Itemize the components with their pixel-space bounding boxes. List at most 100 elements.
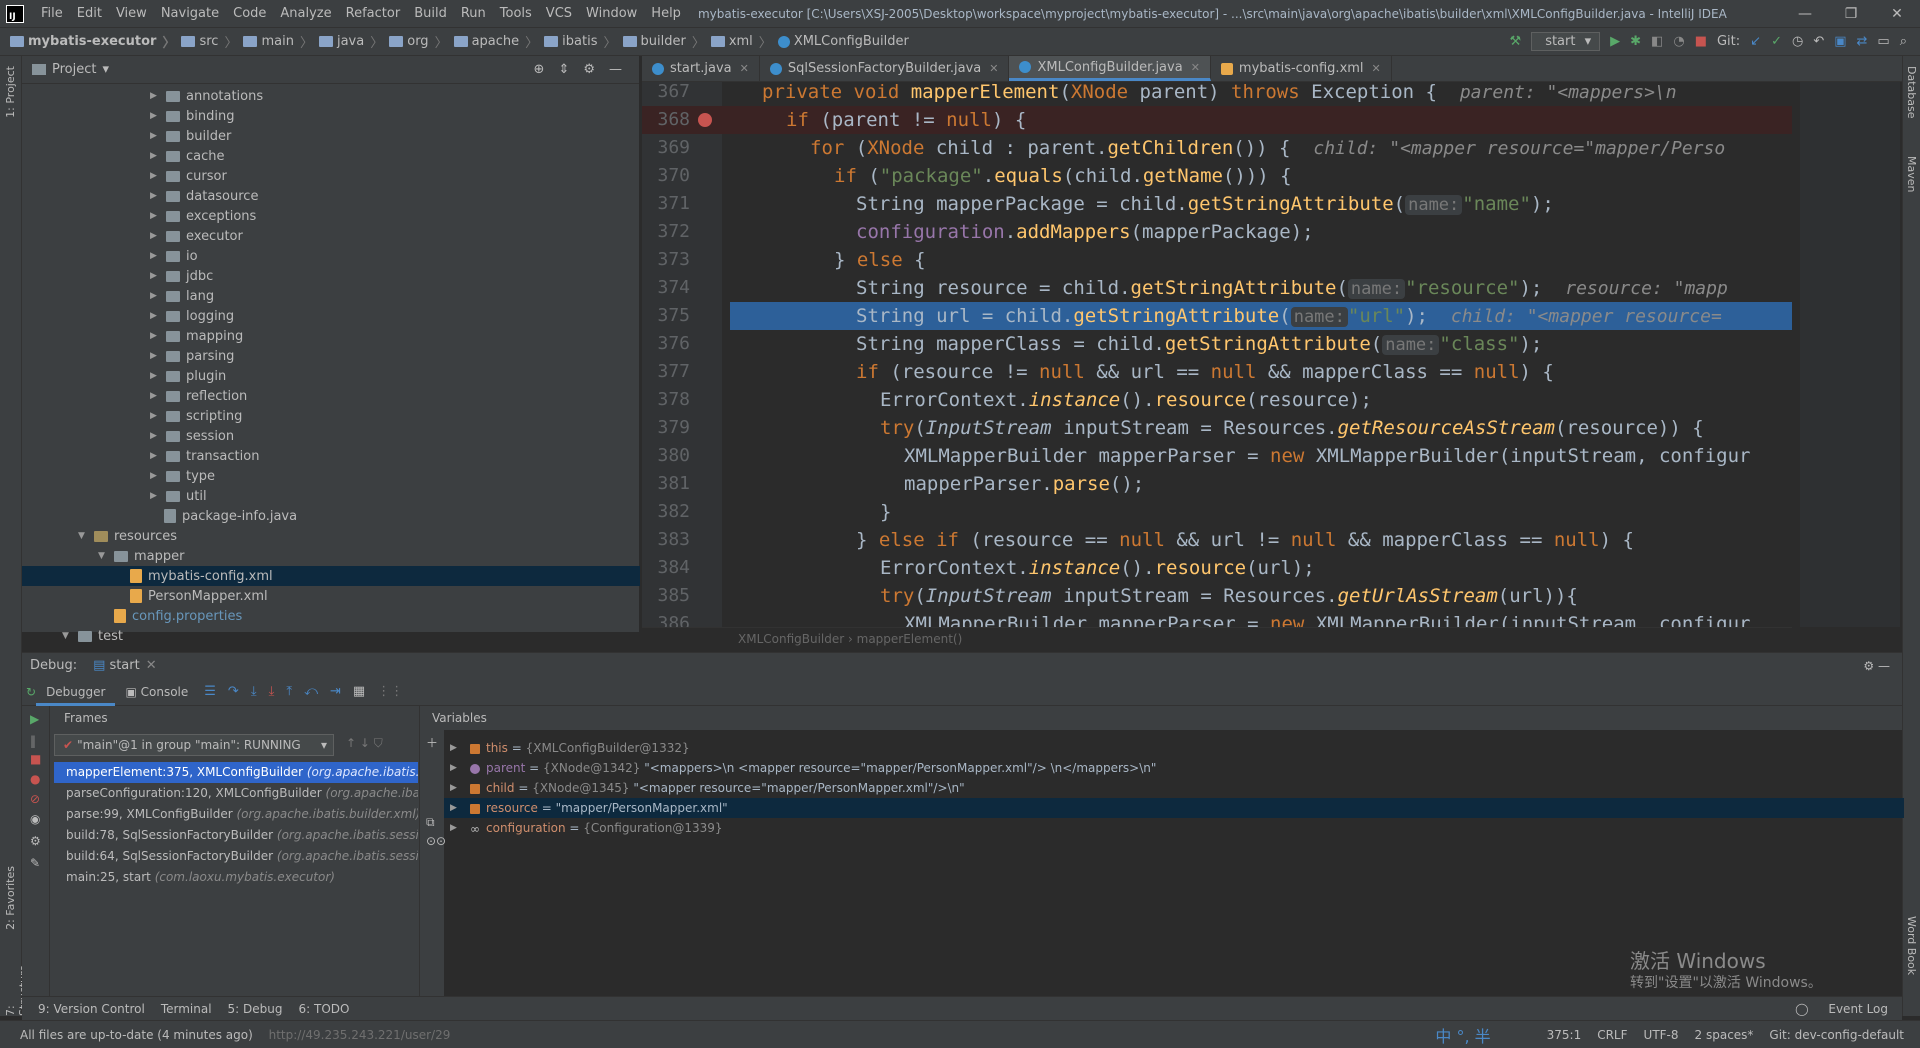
- run-to-cursor-icon[interactable]: ⇥: [330, 684, 341, 699]
- file-encoding[interactable]: UTF-8: [1644, 1028, 1679, 1042]
- collapse-icon[interactable]: ⇕: [558, 62, 569, 77]
- chevron-right-icon[interactable]: ▶: [150, 211, 160, 221]
- variable-row[interactable]: ▶ child = {XNode@1345} "<mapper resource=…: [444, 778, 1904, 798]
- chevron-down-icon[interactable]: ▼: [98, 551, 108, 561]
- chevron-down-icon[interactable]: ▼: [62, 631, 72, 641]
- tree-item[interactable]: ▶ scripting: [150, 406, 242, 426]
- close-tab-icon[interactable]: ✕: [740, 62, 749, 75]
- evaluate-icon[interactable]: ▦: [353, 684, 365, 699]
- variable-row[interactable]: ▶ this = {XMLConfigBuilder@1332}: [444, 738, 1904, 758]
- stack-frame[interactable]: build:78, SqlSessionFactoryBuilder (org.…: [54, 825, 418, 846]
- tree-item[interactable]: ▶ io: [150, 246, 198, 266]
- pause-icon[interactable]: ‖: [22, 732, 49, 750]
- breadcrumb-item[interactable]: org 〉: [383, 32, 448, 51]
- trace-icon[interactable]: ⋮⋮: [377, 684, 403, 699]
- chevron-right-icon[interactable]: ▶: [150, 411, 160, 421]
- chevron-right-icon[interactable]: ▶: [150, 111, 160, 121]
- stack-frame[interactable]: parseConfiguration:120, XMLConfigBuilder…: [54, 783, 418, 804]
- maven-tool-tab[interactable]: Maven: [1905, 156, 1918, 192]
- tab-console[interactable]: ▣ Console: [115, 685, 198, 699]
- tree-item[interactable]: ▶ exceptions: [150, 206, 256, 226]
- translate-icon[interactable]: ⇄: [1857, 34, 1868, 49]
- minimize-icon[interactable]: —: [1782, 6, 1828, 22]
- code-editor[interactable]: 367 private void mapperElement(XNode pare…: [642, 82, 1792, 627]
- event-log-button[interactable]: ◯ Event Log: [1779, 1002, 1888, 1016]
- mute-breakpoints-icon[interactable]: ⊘: [22, 790, 49, 808]
- tree-item[interactable]: ▶ annotations: [150, 86, 263, 106]
- breadcrumb-item[interactable]: src 〉: [175, 32, 237, 51]
- restore-icon[interactable]: ❐: [1828, 6, 1874, 22]
- code-line[interactable]: 370 if ("package".equals(child.getName())…: [642, 162, 1792, 190]
- menu-code[interactable]: Code: [226, 6, 273, 21]
- gear-icon[interactable]: ⚙: [583, 62, 595, 77]
- chevron-right-icon[interactable]: ▶: [150, 231, 160, 241]
- tree-item[interactable]: ▶ jdbc: [150, 266, 213, 286]
- indent-setting[interactable]: 2 spaces*: [1695, 1028, 1754, 1042]
- code-line[interactable]: 385 try(InputStream inputStream = Resourc…: [642, 582, 1792, 610]
- tree-item[interactable]: ▶ builder: [150, 126, 231, 146]
- tree-item[interactable]: ▶ util: [150, 486, 207, 506]
- code-line[interactable]: 377 if (resource != null && url == null &…: [642, 358, 1792, 386]
- cursor-position[interactable]: 375:1: [1547, 1028, 1582, 1042]
- code-line[interactable]: 369 for (XNode child : parent.getChildren…: [642, 134, 1792, 162]
- chevron-right-icon[interactable]: ▶: [450, 798, 457, 818]
- chevron-right-icon[interactable]: ▶: [450, 778, 457, 798]
- tab-terminal[interactable]: Terminal: [161, 1002, 212, 1016]
- tab-mybatis-config-xml[interactable]: mybatis-config.xml ✕: [1211, 56, 1392, 81]
- code-line-breakpoint[interactable]: 368 if (parent != null) {: [642, 106, 1792, 134]
- frame-nav-icons[interactable]: ↑ ↓ ⛉: [346, 736, 383, 751]
- breadcrumb-item[interactable]: mybatis-executor 〉: [0, 32, 175, 51]
- stack-frame[interactable]: parse:99, XMLConfigBuilder (org.apache.i…: [54, 804, 418, 825]
- project-panel-title[interactable]: Project: [52, 62, 96, 77]
- profile-icon[interactable]: ◔: [1673, 34, 1684, 49]
- breadcrumb-item[interactable]: java 〉: [313, 32, 383, 51]
- tab-debug[interactable]: 5: Debug: [228, 1002, 283, 1016]
- line-separator[interactable]: CRLF: [1597, 1028, 1627, 1042]
- tree-item[interactable]: config.properties: [114, 606, 242, 626]
- close-tab-icon[interactable]: ✕: [1372, 62, 1381, 75]
- code-line[interactable]: 382}: [642, 498, 1792, 526]
- gear-icon[interactable]: ⚙ —: [1863, 659, 1890, 673]
- menu-help[interactable]: Help: [644, 6, 688, 21]
- chevron-right-icon[interactable]: ▶: [150, 331, 160, 341]
- variable-row[interactable]: ▶ resource = "mapper/PersonMapper.xml": [444, 798, 1904, 818]
- variable-row[interactable]: ▶ parent = {XNode@1342} "<mappers>\n <map…: [444, 758, 1904, 778]
- code-minimap[interactable]: [1800, 82, 1900, 627]
- stop-icon[interactable]: ■: [1695, 34, 1707, 49]
- chevron-down-icon[interactable]: ▼: [78, 531, 88, 541]
- menu-file[interactable]: File: [34, 6, 70, 21]
- chevron-right-icon[interactable]: ▶: [150, 271, 160, 281]
- chevron-right-icon[interactable]: ▶: [150, 391, 160, 401]
- hide-icon[interactable]: —: [609, 62, 622, 77]
- rerun-icon[interactable]: ↻: [26, 685, 36, 699]
- code-line[interactable]: 378 ErrorContext.instance().resource(reso…: [642, 386, 1792, 414]
- tree-item[interactable]: package-info.java: [164, 506, 297, 526]
- menu-navigate[interactable]: Navigate: [154, 6, 226, 21]
- tree-item[interactable]: ▶ lang: [150, 286, 214, 306]
- code-line-current[interactable]: 375 String url = child.getStringAttribute…: [657, 302, 1792, 330]
- chevron-right-icon[interactable]: ▶: [150, 151, 160, 161]
- chevron-right-icon[interactable]: ▶: [450, 818, 457, 838]
- breadcrumb-item[interactable]: XMLConfigBuilder: [772, 34, 909, 49]
- breakpoint-icon[interactable]: [698, 113, 712, 127]
- tab-start-java[interactable]: start.java ✕: [642, 56, 760, 81]
- project-tool-tab[interactable]: 1: Project: [4, 66, 17, 118]
- tab-sqlsessionfactorybuilder-java[interactable]: SqlSessionFactoryBuilder.java ✕: [760, 56, 1010, 81]
- breadcrumb-item[interactable]: xml 〉: [705, 32, 772, 51]
- coverage-icon[interactable]: ◧: [1651, 34, 1663, 49]
- close-session-icon[interactable]: ✕: [146, 658, 157, 673]
- chevron-right-icon[interactable]: ▶: [150, 131, 160, 141]
- tree-item[interactable]: ▶ cursor: [150, 166, 227, 186]
- tree-item[interactable]: ▶ session: [150, 426, 234, 446]
- code-line[interactable]: 379 try(InputStream inputStream = Resourc…: [642, 414, 1792, 442]
- code-line[interactable]: 376 String mapperClass = child.getStringA…: [642, 330, 1792, 358]
- tree-item[interactable]: ▼ resources: [78, 526, 177, 546]
- tree-item[interactable]: ▶ transaction: [150, 446, 259, 466]
- step-out-icon[interactable]: ⤒: [286, 684, 292, 699]
- stack-frame[interactable]: main:25, start (com.laoxu.mybatis.execut…: [54, 867, 418, 888]
- chevron-right-icon[interactable]: ▶: [150, 351, 160, 361]
- settings-icon[interactable]: ⚙: [22, 830, 49, 852]
- vcs-commit-icon[interactable]: ✓: [1771, 34, 1782, 49]
- locate-icon[interactable]: ⊕: [534, 62, 545, 77]
- favorites-tool-tab[interactable]: 2: Favorites: [4, 866, 17, 930]
